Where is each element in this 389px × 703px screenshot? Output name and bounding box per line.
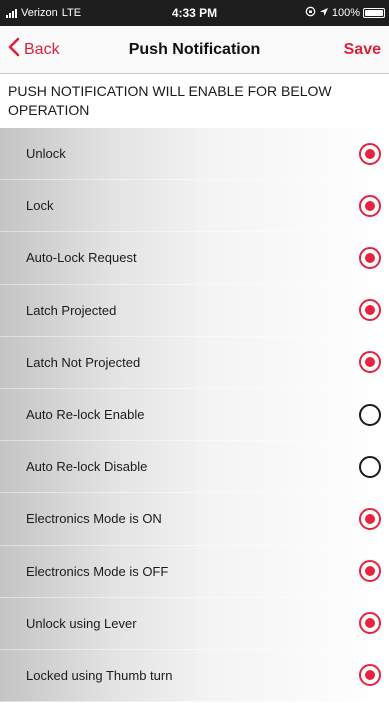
option-label: Unlock using Lever (26, 615, 137, 631)
option-row[interactable]: Lock (0, 180, 389, 233)
radio-unselected-icon[interactable] (359, 455, 381, 478)
radio-selected-icon[interactable] (359, 246, 381, 269)
status-left: Verizon LTE (6, 7, 81, 19)
option-row[interactable]: Unlock using Lever (0, 598, 389, 650)
battery-icon (363, 8, 385, 18)
option-label: Locked using Thumb turn (26, 667, 173, 683)
battery-percent: 100% (331, 7, 360, 19)
battery-fill (365, 10, 383, 16)
option-label: Electronics Mode is ON (26, 511, 162, 527)
options-list: Unlock Lock Auto-Lock Request Latch Project… (0, 128, 389, 703)
option-label: Auto-Lock Request (26, 250, 137, 266)
option-label: Latch Not Projected (26, 354, 141, 370)
signal-bars-icon (6, 8, 17, 18)
option-row[interactable]: Auto Re-lock Enable (0, 389, 389, 442)
carrier-label: Verizon (21, 7, 58, 19)
option-label: Auto Re-lock Disable (26, 459, 148, 475)
option-row[interactable]: Auto Re-lock Disable (0, 441, 389, 494)
radio-selected-icon[interactable] (359, 299, 381, 322)
option-row[interactable]: Locked using Thumb turn (0, 650, 389, 703)
option-label: Lock (26, 198, 54, 214)
radio-unselected-icon[interactable] (359, 403, 381, 426)
back-label: Back (24, 40, 60, 58)
option-label: Electronics Mode is OFF (26, 563, 169, 579)
location-arrow-icon (319, 7, 329, 20)
section-header: PUSH NOTIFICATION WILL ENABLE FOR BELOW … (0, 74, 389, 128)
status-time: 4:33 PM (171, 6, 218, 20)
option-row[interactable]: Latch Not Projected (0, 337, 389, 389)
option-row[interactable]: Auto-Lock Request (0, 232, 389, 285)
back-button[interactable]: Back (8, 37, 60, 62)
save-button[interactable]: Save (344, 41, 381, 59)
radio-selected-icon[interactable] (359, 612, 381, 635)
option-row[interactable]: Electronics Mode is OFF (0, 546, 389, 598)
chevron-left-icon (8, 37, 24, 62)
option-row[interactable]: Unlock (0, 128, 389, 181)
option-row[interactable]: Latch Projected (0, 285, 389, 337)
network-label: LTE (61, 7, 82, 19)
radio-selected-icon[interactable] (359, 664, 381, 687)
radio-selected-icon[interactable] (359, 351, 381, 374)
radio-selected-icon[interactable] (359, 507, 381, 530)
option-label: Auto Re-lock Enable (26, 407, 145, 423)
page-title: Push Notification (128, 40, 261, 58)
option-row[interactable]: Electronics Mode is ON (0, 493, 389, 546)
option-label: Unlock (26, 146, 66, 162)
status-right: 100% (305, 6, 385, 20)
orientation-lock-icon (305, 6, 316, 20)
radio-selected-icon[interactable] (359, 560, 381, 583)
radio-selected-icon[interactable] (359, 194, 381, 217)
option-label: Latch Projected (26, 302, 117, 318)
navigation-bar: Back Push Notification Save (0, 26, 389, 74)
radio-selected-icon[interactable] (359, 142, 381, 165)
status-bar: Verizon LTE 4:33 PM 100% (0, 0, 389, 26)
